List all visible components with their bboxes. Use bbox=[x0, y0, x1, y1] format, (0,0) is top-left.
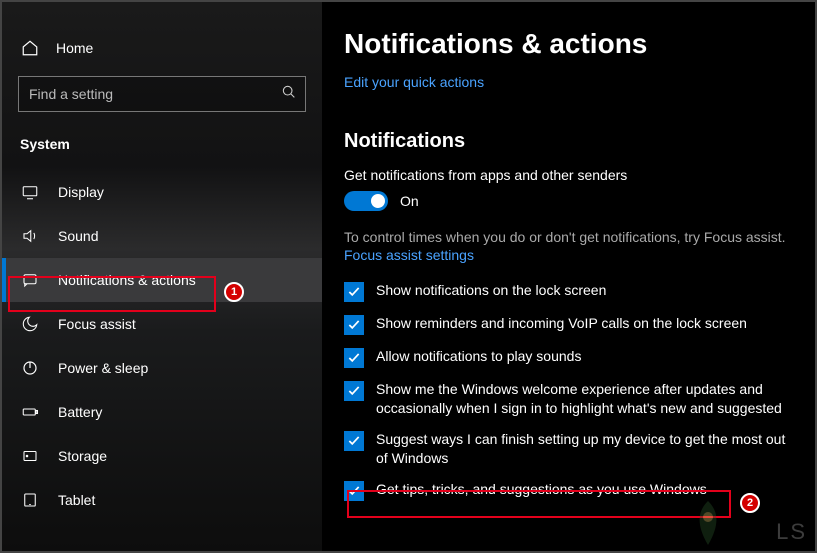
sidebar-item-label: Sound bbox=[58, 228, 98, 244]
notifications-icon bbox=[20, 270, 40, 290]
page-title: Notifications & actions bbox=[344, 28, 793, 60]
home-nav[interactable]: Home bbox=[2, 30, 322, 76]
checkbox-play-sounds[interactable]: Allow notifications to play sounds bbox=[344, 347, 793, 368]
search-input[interactable] bbox=[29, 86, 281, 102]
notifications-toggle[interactable] bbox=[344, 191, 388, 211]
power-icon bbox=[20, 358, 40, 378]
home-icon bbox=[20, 38, 40, 58]
sidebar-item-focus-assist[interactable]: Focus assist bbox=[2, 302, 322, 346]
sidebar-item-sound[interactable]: Sound bbox=[2, 214, 322, 258]
checkbox-lock-screen-notifications[interactable]: Show notifications on the lock screen bbox=[344, 281, 793, 302]
checkbox-icon bbox=[344, 348, 364, 368]
battery-icon bbox=[20, 402, 40, 422]
notification-checkbox-list: Show notifications on the lock screen Sh… bbox=[344, 281, 793, 501]
sidebar-nav: Display Sound Notifications & actions Fo… bbox=[2, 170, 322, 522]
sidebar-item-label: Power & sleep bbox=[58, 360, 148, 376]
search-field[interactable] bbox=[18, 76, 306, 112]
sidebar-item-storage[interactable]: Storage bbox=[2, 434, 322, 478]
checkbox-label: Get tips, tricks, and suggestions as you… bbox=[376, 480, 707, 499]
checkbox-welcome-experience[interactable]: Show me the Windows welcome experience a… bbox=[344, 380, 793, 418]
focus-assist-icon bbox=[20, 314, 40, 334]
sidebar-item-display[interactable]: Display bbox=[2, 170, 322, 214]
sidebar-item-label: Focus assist bbox=[58, 316, 136, 332]
sidebar-item-label: Notifications & actions bbox=[58, 272, 196, 288]
toggle-state-label: On bbox=[400, 193, 419, 209]
checkbox-tips-tricks[interactable]: Get tips, tricks, and suggestions as you… bbox=[344, 480, 793, 501]
main-content: Notifications & actions Edit your quick … bbox=[322, 2, 815, 551]
checkbox-label: Show me the Windows welcome experience a… bbox=[376, 380, 793, 418]
checkbox-icon bbox=[344, 431, 364, 451]
sound-icon bbox=[20, 226, 40, 246]
sidebar-item-tablet[interactable]: Tablet bbox=[2, 478, 322, 522]
checkbox-label: Show notifications on the lock screen bbox=[376, 281, 606, 300]
notifications-description: Get notifications from apps and other se… bbox=[344, 167, 793, 183]
checkbox-reminders-voip[interactable]: Show reminders and incoming VoIP calls o… bbox=[344, 314, 793, 335]
checkbox-icon bbox=[344, 381, 364, 401]
tablet-icon bbox=[20, 490, 40, 510]
checkbox-icon bbox=[344, 282, 364, 302]
checkbox-label: Suggest ways I can finish setting up my … bbox=[376, 430, 793, 468]
storage-icon bbox=[20, 446, 40, 466]
display-icon bbox=[20, 182, 40, 202]
sidebar-item-label: Battery bbox=[58, 404, 102, 420]
checkbox-icon bbox=[344, 481, 364, 501]
sidebar-item-label: Tablet bbox=[58, 492, 95, 508]
sidebar-item-notifications[interactable]: Notifications & actions bbox=[2, 258, 322, 302]
search-icon bbox=[281, 84, 297, 105]
checkbox-label: Allow notifications to play sounds bbox=[376, 347, 581, 366]
checkbox-finish-setup[interactable]: Suggest ways I can finish setting up my … bbox=[344, 430, 793, 468]
focus-assist-hint: To control times when you do or don't ge… bbox=[344, 229, 793, 245]
settings-sidebar: Home System Display Sound bbox=[2, 2, 322, 551]
sidebar-item-power-sleep[interactable]: Power & sleep bbox=[2, 346, 322, 390]
home-label: Home bbox=[56, 40, 93, 56]
checkbox-icon bbox=[344, 315, 364, 335]
sidebar-section-title: System bbox=[2, 128, 322, 170]
notifications-heading: Notifications bbox=[344, 130, 793, 153]
checkbox-label: Show reminders and incoming VoIP calls o… bbox=[376, 314, 747, 333]
sidebar-item-label: Display bbox=[58, 184, 104, 200]
sidebar-item-battery[interactable]: Battery bbox=[2, 390, 322, 434]
edit-quick-actions-link[interactable]: Edit your quick actions bbox=[344, 74, 793, 90]
focus-assist-settings-link[interactable]: Focus assist settings bbox=[344, 247, 793, 263]
sidebar-item-label: Storage bbox=[58, 448, 107, 464]
annotation-badge-1: 1 bbox=[224, 282, 244, 302]
annotation-badge-2: 2 bbox=[740, 493, 760, 513]
